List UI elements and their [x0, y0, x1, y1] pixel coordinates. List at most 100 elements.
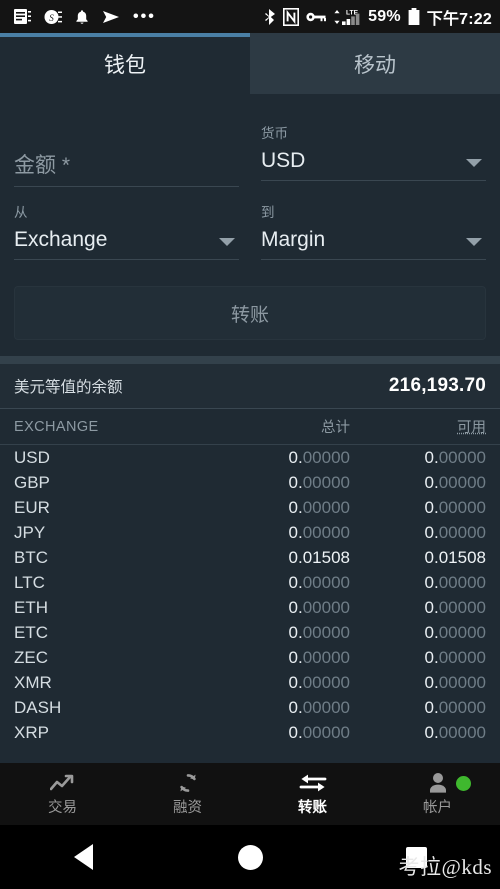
table-cell-available: 0.00000	[424, 472, 486, 492]
currency-label: 货币	[261, 126, 288, 141]
field-currency: 货币 USD	[261, 108, 486, 187]
table-row[interactable]: ETC 0.00000 0.00000	[0, 620, 500, 645]
table-row[interactable]: DASH 0.00000 0.00000	[0, 695, 500, 720]
vpn-key-icon	[306, 12, 327, 21]
status-bar-clock: 下午7:22	[426, 10, 492, 28]
telegram-send-icon	[103, 10, 119, 23]
table-cell-available: 0.00000	[424, 447, 486, 467]
table-cell-total: 0.00000	[288, 622, 350, 642]
transfer-arrows-icon	[299, 772, 327, 794]
table-cell-currency: JPY	[14, 522, 46, 542]
nfc-icon	[283, 7, 300, 26]
nav-item-transfer[interactable]: 转账	[250, 763, 375, 825]
transfer-form: 金额 * 货币 USD 从 Exchange 到 Margin	[0, 94, 500, 260]
table-cell-total: 0.00000	[288, 647, 350, 667]
to-select[interactable]: Margin	[261, 219, 486, 260]
table-header-available[interactable]: 可用	[350, 416, 486, 437]
trending-up-icon	[49, 772, 76, 794]
chevron-down-icon	[466, 238, 482, 246]
nav-item-transfer-label: 转账	[298, 799, 327, 816]
table-row[interactable]: ZEC 0.00000 0.00000	[0, 645, 500, 670]
to-label: 到	[261, 205, 275, 220]
nav-item-funding-label: 融资	[173, 799, 202, 816]
chevron-down-icon	[466, 159, 482, 167]
nav-item-trade-label: 交易	[48, 799, 77, 816]
table-header: EXCHANGE 总计 可用	[0, 409, 500, 445]
table-cell-currency: DASH	[14, 697, 62, 717]
balances-table[interactable]: EXCHANGE 总计 可用 USD 0.00000 0.00000 GBP 0.000…	[0, 409, 500, 763]
form-row-1: 金额 * 货币 USD	[14, 108, 486, 187]
bluetooth-icon	[265, 8, 276, 25]
table-cell-currency: XRP	[14, 722, 49, 742]
table-row[interactable]: XRP 0.00000 0.00000	[0, 720, 500, 745]
table-cell-available: 0.00000	[424, 672, 486, 692]
table-cell-currency: BTC	[14, 547, 48, 567]
status-bar-right-icons: LTE 59% 下午7:22	[264, 5, 492, 29]
table-cell-available: 0.00000	[424, 597, 486, 617]
table-cell-total: 0.00000	[288, 447, 350, 467]
nav-item-funding[interactable]: 融资	[125, 763, 250, 825]
currency-select[interactable]: USD	[261, 140, 486, 181]
section-divider	[0, 356, 500, 364]
lte-signal-icon: LTE	[334, 9, 360, 25]
table-row[interactable]: EUR 0.00000 0.00000	[0, 495, 500, 520]
table-row[interactable]: JPY 0.00000 0.00000	[0, 520, 500, 545]
table-cell-total: 0.00000	[288, 597, 350, 617]
table-cell-available: 0.00000	[424, 497, 486, 517]
nav-item-account-label: 帐户	[423, 799, 452, 816]
amount-input[interactable]: 金额 *	[14, 140, 239, 187]
balance-value: 216,193.70	[388, 375, 486, 396]
field-amount: 金额 *	[14, 108, 239, 187]
from-label: 从	[14, 205, 28, 220]
table-row[interactable]: XMR 0.00000 0.00000	[0, 670, 500, 695]
table-cell-total: 0.00000	[288, 472, 350, 492]
to-value: Margin	[261, 228, 326, 251]
s-badge-icon: S	[44, 9, 62, 24]
person-icon	[428, 772, 448, 794]
table-cell-total: 0.00000	[288, 722, 350, 742]
table-row[interactable]: ETH 0.00000 0.00000	[0, 595, 500, 620]
tab-bar: 钱包 移动	[0, 33, 500, 94]
table-row[interactable]: BTC 0.01508 0.01508	[0, 545, 500, 570]
table-cell-currency: ETH	[14, 597, 48, 617]
nav-item-account[interactable]: 帐户	[375, 763, 500, 825]
table-cell-total: 0.00000	[288, 572, 350, 592]
form-row-2: 从 Exchange 到 Margin	[14, 187, 486, 260]
back-triangle-icon	[73, 844, 93, 870]
from-select[interactable]: Exchange	[14, 219, 239, 260]
battery-icon	[408, 7, 420, 25]
chevron-down-icon	[219, 238, 235, 246]
currency-value: USD	[261, 149, 306, 172]
table-cell-currency: EUR	[14, 497, 50, 517]
table-cell-currency: USD	[14, 447, 50, 467]
table-cell-available: 0.00000	[424, 622, 486, 642]
table-row[interactable]: USD 0.00000 0.00000	[0, 445, 500, 470]
android-home-button[interactable]	[167, 844, 334, 870]
table-cell-available: 0.00000	[424, 697, 486, 717]
transfer-submit-button[interactable]: 转账	[14, 286, 486, 340]
table-header-name: EXCHANGE	[14, 418, 99, 435]
table-cell-available: 0.00000	[424, 572, 486, 592]
field-from: 从 Exchange	[14, 187, 239, 260]
status-bar: S ••• LTE 59% 下午7:22	[0, 0, 500, 33]
tab-wallet[interactable]: 钱包	[0, 33, 250, 94]
table-cell-currency: ZEC	[14, 647, 48, 667]
table-cell-total: 0.00000	[288, 672, 350, 692]
refresh-icon	[177, 772, 199, 794]
android-back-button[interactable]	[0, 844, 167, 870]
balance-label: 美元等值的余额	[14, 379, 123, 396]
battery-percent: 59%	[368, 7, 401, 25]
nav-item-trade[interactable]: 交易	[0, 763, 125, 825]
submit-area: 转账	[0, 260, 500, 356]
android-navigation-bar: 考拉@kds	[0, 825, 500, 889]
table-header-total[interactable]: 总计	[214, 416, 350, 437]
status-dot-online	[456, 776, 471, 791]
tab-move[interactable]: 移动	[250, 33, 500, 94]
table-row[interactable]: LTC 0.00000 0.00000	[0, 570, 500, 595]
table-row[interactable]: GBP 0.00000 0.00000	[0, 470, 500, 495]
bell-icon	[76, 9, 88, 24]
status-bar-left-icons: S •••	[14, 8, 156, 25]
note-icon	[14, 9, 31, 24]
table-cell-total: 0.00000	[288, 522, 350, 542]
table-cell-total: 0.00000	[288, 497, 350, 517]
